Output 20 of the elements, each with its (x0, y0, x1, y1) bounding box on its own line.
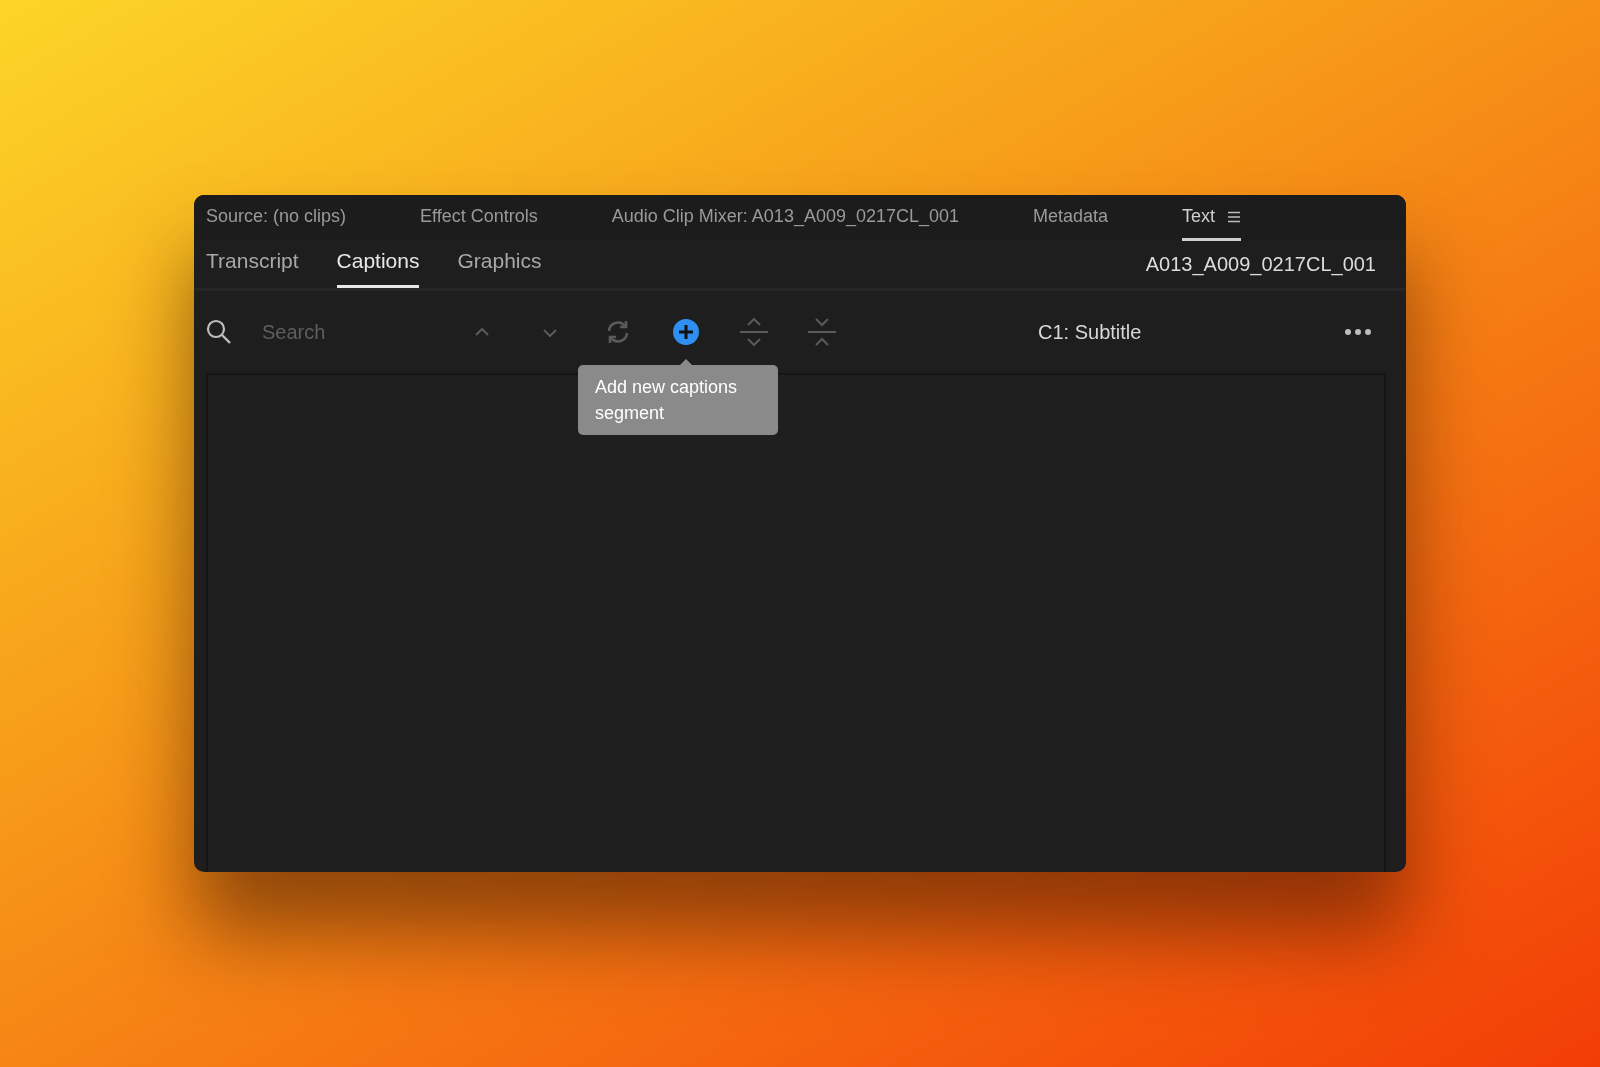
search-field[interactable]: Search (262, 320, 462, 344)
menu-icon[interactable] (1227, 210, 1242, 223)
panel-tab[interactable]: Text (1182, 206, 1216, 227)
captions-tab[interactable]: Graphics (457, 241, 542, 288)
expand-icon[interactable] (738, 316, 770, 348)
add-icon[interactable] (672, 318, 700, 346)
panel-tab[interactable]: Source: (no clips) (206, 206, 347, 227)
panel-tab[interactable]: Effect Controls (420, 206, 538, 227)
more-icon[interactable] (1344, 328, 1372, 336)
captions-tab[interactable]: Transcript (206, 241, 299, 288)
chevron-up-icon[interactable] (475, 327, 489, 337)
search-icon[interactable] (206, 319, 232, 345)
collapse-icon[interactable] (806, 316, 838, 348)
chevron-down-icon[interactable] (543, 327, 557, 337)
track-label[interactable]: C1: Subtitle (1038, 320, 1142, 344)
captions-tab[interactable]: Captions (336, 241, 420, 288)
clip-name: A013_A009_0217CL_001 (1145, 253, 1376, 276)
tooltip: Add new captions segment (578, 365, 778, 435)
panel-tab[interactable]: Audio Clip Mixer: A013_A009_0217CL_001 (611, 206, 960, 227)
panel-tab[interactable]: Metadata (1033, 206, 1109, 227)
